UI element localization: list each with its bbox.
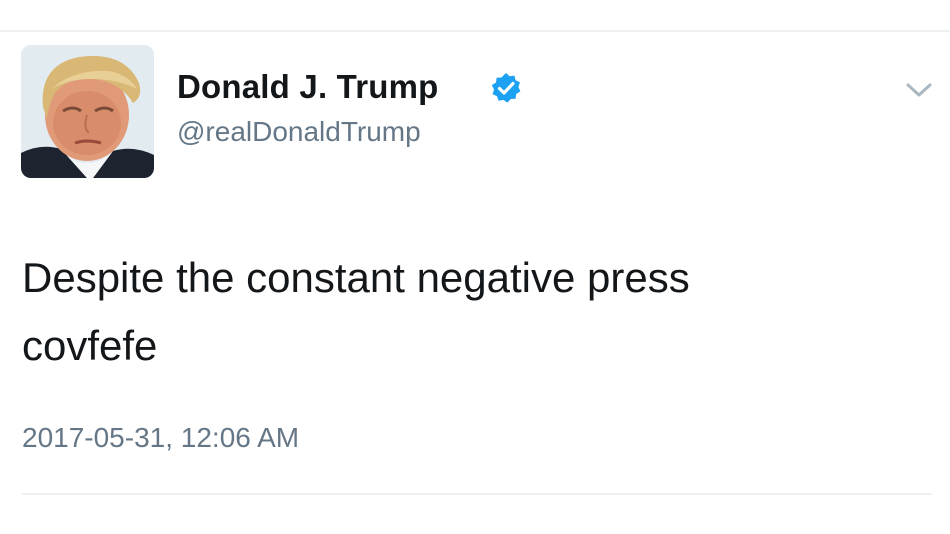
tweet-text: Despite the constant negative press covf… [22,244,922,380]
profile-photo-icon [21,45,154,178]
chevron-down-icon[interactable] [904,80,934,100]
top-divider [0,30,950,32]
tweet-text-line: Despite the constant negative press [22,254,690,301]
display-name[interactable]: Donald J. Trump [177,68,439,106]
avatar[interactable] [21,45,154,178]
bottom-divider [22,493,932,495]
tweet-card: Donald J. Trump @realDonaldTrump Despite… [0,0,950,534]
tweet-timestamp[interactable]: 2017-05-31, 12:06 AM [22,422,299,454]
tweet-text-line: covfefe [22,322,158,369]
verified-badge-icon [491,73,521,103]
user-handle[interactable]: @realDonaldTrump [177,116,421,148]
